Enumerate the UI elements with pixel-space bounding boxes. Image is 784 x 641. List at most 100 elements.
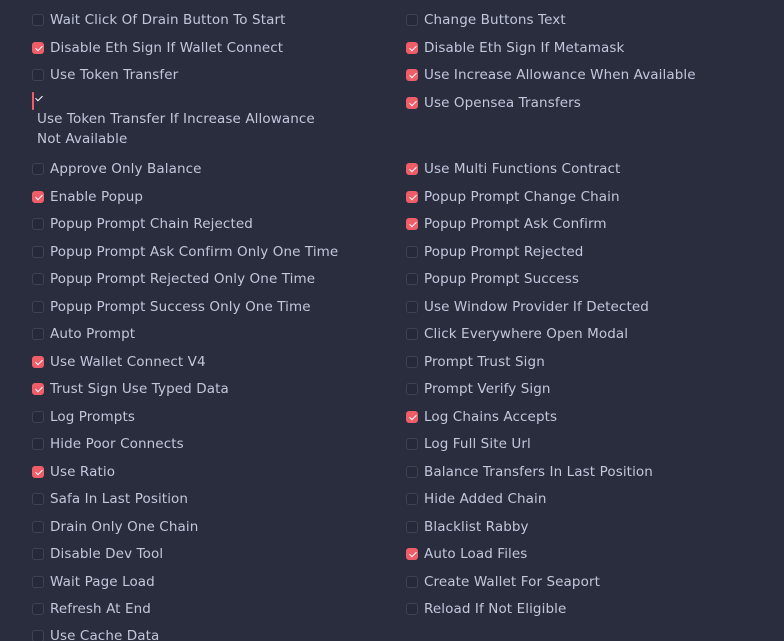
option-drain-only-one-chain[interactable]: Drain Only One Chain xyxy=(32,517,198,537)
checkbox-unchecked-icon[interactable] xyxy=(406,466,418,478)
option-log-full-site-url[interactable]: Log Full Site Url xyxy=(406,434,531,454)
option-blacklist-rabby[interactable]: Blacklist Rabby xyxy=(406,517,529,537)
checkbox-checked-icon[interactable] xyxy=(32,383,44,395)
checkbox-checked-icon[interactable] xyxy=(406,191,418,203)
option-label: Prompt Trust Sign xyxy=(424,354,545,370)
checkbox-unchecked-icon[interactable] xyxy=(32,163,44,175)
option-auto-load-files[interactable]: Auto Load Files xyxy=(406,544,527,564)
option-popup-prompt-ask-confirm[interactable]: Popup Prompt Ask Confirm xyxy=(406,214,607,234)
option-use-window-provider-if-detected[interactable]: Use Window Provider If Detected xyxy=(406,297,649,317)
option-auto-prompt[interactable]: Auto Prompt xyxy=(32,324,135,344)
checkbox-unchecked-icon[interactable] xyxy=(32,548,44,560)
option-hide-added-chain[interactable]: Hide Added Chain xyxy=(406,489,547,509)
checkbox-unchecked-icon[interactable] xyxy=(406,493,418,505)
option-popup-prompt-ask-confirm-only-one-time[interactable]: Popup Prompt Ask Confirm Only One Time xyxy=(32,242,338,262)
checkbox-unchecked-icon[interactable] xyxy=(406,603,418,615)
checkbox-unchecked-icon[interactable] xyxy=(32,328,44,340)
checkbox-unchecked-icon[interactable] xyxy=(406,383,418,395)
option-use-wallet-connect-v4[interactable]: Use Wallet Connect V4 xyxy=(32,352,206,372)
checkbox-checked-icon[interactable] xyxy=(32,92,34,110)
option-use-increase-allowance-when-available[interactable]: Use Increase Allowance When Available xyxy=(406,65,696,85)
option-label: Use Ratio xyxy=(50,464,116,480)
checkbox-checked-icon[interactable] xyxy=(406,548,418,560)
checkbox-unchecked-icon[interactable] xyxy=(32,630,44,641)
option-popup-prompt-rejected[interactable]: Popup Prompt Rejected xyxy=(406,242,583,262)
option-disable-dev-tool[interactable]: Disable Dev Tool xyxy=(32,544,163,564)
option-safa-in-last-position[interactable]: Safa In Last Position xyxy=(32,489,188,509)
option-label: Balance Transfers In Last Position xyxy=(424,464,653,480)
checkbox-unchecked-icon[interactable] xyxy=(406,328,418,340)
checkbox-unchecked-icon[interactable] xyxy=(32,576,44,588)
option-label: Popup Prompt Change Chain xyxy=(424,189,620,205)
option-trust-sign-use-typed-data[interactable]: Trust Sign Use Typed Data xyxy=(32,379,229,399)
checkbox-unchecked-icon[interactable] xyxy=(406,273,418,285)
checkbox-checked-icon[interactable] xyxy=(32,466,44,478)
option-balance-transfers-in-last-position[interactable]: Balance Transfers In Last Position xyxy=(406,462,653,482)
option-log-prompts[interactable]: Log Prompts xyxy=(32,407,135,427)
option-popup-prompt-success-only-one-time[interactable]: Popup Prompt Success Only One Time xyxy=(32,297,311,317)
checkbox-checked-icon[interactable] xyxy=(406,163,418,175)
option-refresh-at-end[interactable]: Refresh At End xyxy=(32,599,151,619)
checkbox-checked-icon[interactable] xyxy=(406,42,418,54)
option-create-wallet-for-seaport[interactable]: Create Wallet For Seaport xyxy=(406,572,600,592)
option-wait-page-load[interactable]: Wait Page Load xyxy=(32,572,155,592)
option-wait-click-of-drain-button-to-start[interactable]: Wait Click Of Drain Button To Start xyxy=(32,10,286,30)
option-label: Disable Eth Sign If Metamask xyxy=(424,40,625,56)
option-popup-prompt-success[interactable]: Popup Prompt Success xyxy=(406,269,579,289)
option-label: Disable Eth Sign If Wallet Connect xyxy=(50,40,284,56)
option-label: Log Full Site Url xyxy=(424,436,531,452)
checkbox-unchecked-icon[interactable] xyxy=(32,218,44,230)
option-use-multi-functions-contract[interactable]: Use Multi Functions Contract xyxy=(406,159,620,179)
checkbox-unchecked-icon[interactable] xyxy=(406,521,418,533)
checkbox-unchecked-icon[interactable] xyxy=(406,301,418,313)
option-use-token-transfer-if-increase-allowance-not-available[interactable]: Use Token Transfer If Increase Allowance… xyxy=(32,92,337,149)
option-use-opensea-transfers[interactable]: Use Opensea Transfers xyxy=(406,93,581,113)
option-label: Hide Added Chain xyxy=(424,491,547,507)
option-prompt-verify-sign[interactable]: Prompt Verify Sign xyxy=(406,379,551,399)
checkbox-unchecked-icon[interactable] xyxy=(32,603,44,615)
option-disable-eth-sign-if-wallet-connect[interactable]: Disable Eth Sign If Wallet Connect xyxy=(32,38,283,58)
option-popup-prompt-rejected-only-one-time[interactable]: Popup Prompt Rejected Only One Time xyxy=(32,269,315,289)
checkbox-checked-icon[interactable] xyxy=(32,191,44,203)
checkbox-unchecked-icon[interactable] xyxy=(32,411,44,423)
checkbox-checked-icon[interactable] xyxy=(32,42,44,54)
checkbox-unchecked-icon[interactable] xyxy=(32,14,44,26)
option-label: Prompt Verify Sign xyxy=(424,381,551,397)
option-popup-prompt-chain-rejected[interactable]: Popup Prompt Chain Rejected xyxy=(32,214,253,234)
checkbox-unchecked-icon[interactable] xyxy=(406,246,418,258)
option-log-chains-accepts[interactable]: Log Chains Accepts xyxy=(406,407,557,427)
option-label: Use Token Transfer xyxy=(50,67,179,83)
option-approve-only-balance[interactable]: Approve Only Balance xyxy=(32,159,202,179)
checkbox-unchecked-icon[interactable] xyxy=(32,246,44,258)
checkbox-checked-icon[interactable] xyxy=(406,218,418,230)
checkbox-checked-icon[interactable] xyxy=(406,411,418,423)
checkbox-unchecked-icon[interactable] xyxy=(32,69,44,81)
checkbox-unchecked-icon[interactable] xyxy=(406,576,418,588)
option-label: Log Chains Accepts xyxy=(424,409,558,425)
option-label: Use Increase Allowance When Available xyxy=(424,67,696,83)
option-enable-popup[interactable]: Enable Popup xyxy=(32,187,143,207)
option-prompt-trust-sign[interactable]: Prompt Trust Sign xyxy=(406,352,545,372)
checkbox-unchecked-icon[interactable] xyxy=(406,356,418,368)
option-hide-poor-connects[interactable]: Hide Poor Connects xyxy=(32,434,184,454)
option-use-cache-data[interactable]: Use Cache Data xyxy=(32,626,159,641)
option-reload-if-not-eligible[interactable]: Reload If Not Eligible xyxy=(406,599,566,619)
checkbox-checked-icon[interactable] xyxy=(406,97,418,109)
option-label: Wait Page Load xyxy=(50,574,155,590)
checkbox-unchecked-icon[interactable] xyxy=(32,301,44,313)
checkbox-unchecked-icon[interactable] xyxy=(406,438,418,450)
checkbox-unchecked-icon[interactable] xyxy=(32,438,44,450)
option-popup-prompt-change-chain[interactable]: Popup Prompt Change Chain xyxy=(406,187,620,207)
option-use-token-transfer[interactable]: Use Token Transfer xyxy=(32,65,178,85)
checkbox-unchecked-icon[interactable] xyxy=(32,493,44,505)
checkbox-unchecked-icon[interactable] xyxy=(406,14,418,26)
option-disable-eth-sign-if-metamask[interactable]: Disable Eth Sign If Metamask xyxy=(406,38,624,58)
checkbox-unchecked-icon[interactable] xyxy=(32,521,44,533)
option-label: Popup Prompt Rejected xyxy=(424,244,584,260)
option-use-ratio[interactable]: Use Ratio xyxy=(32,462,115,482)
checkbox-unchecked-icon[interactable] xyxy=(32,273,44,285)
checkbox-checked-icon[interactable] xyxy=(32,356,44,368)
checkbox-checked-icon[interactable] xyxy=(406,69,418,81)
option-change-buttons-text[interactable]: Change Buttons Text xyxy=(406,10,566,30)
option-click-everywhere-open-modal[interactable]: Click Everywhere Open Modal xyxy=(406,324,628,344)
